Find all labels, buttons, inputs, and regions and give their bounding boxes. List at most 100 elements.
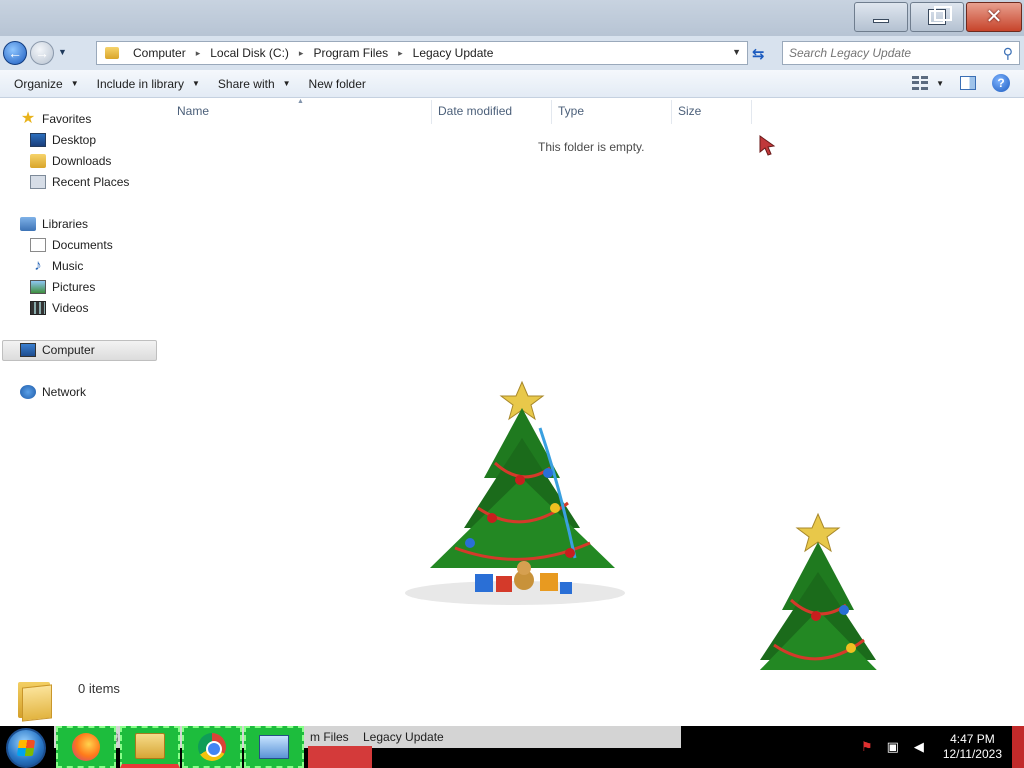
column-divider[interactable] xyxy=(671,100,672,124)
volume-icon[interactable]: ◀ xyxy=(911,739,927,755)
search-input[interactable] xyxy=(789,46,989,60)
chevron-right-icon[interactable]: ▸ xyxy=(398,48,403,59)
nav-libraries[interactable]: Libraries xyxy=(20,214,88,234)
film-strip-icon xyxy=(30,301,46,315)
address-row: ← → ▼ Computer ▸ Local Disk (C:) ▸ Program… xyxy=(0,36,1024,70)
nav-downloads[interactable]: Downloads xyxy=(30,151,111,171)
breadcrumb-label: Computer xyxy=(133,46,186,60)
breadcrumb-legacy-update[interactable]: Legacy Update xyxy=(413,46,494,60)
breadcrumb-label: Program Files xyxy=(313,46,389,60)
help-icon[interactable]: ? xyxy=(992,74,1010,92)
address-history-dropdown[interactable]: ▼ xyxy=(732,47,741,57)
nav-desktop[interactable]: Desktop xyxy=(30,130,96,150)
nav-documents[interactable]: Documents xyxy=(30,235,113,255)
downloads-folder-icon xyxy=(30,154,46,168)
organize-button[interactable]: Organize ▼ xyxy=(8,73,85,95)
search-box[interactable]: ⚲ xyxy=(782,41,1020,65)
recent-pages-dropdown[interactable]: ▼ xyxy=(58,47,67,57)
change-view-icon[interactable] xyxy=(912,76,929,90)
column-header-name[interactable]: Name xyxy=(177,104,209,118)
details-pane: 0 items xyxy=(0,670,1024,726)
back-button[interactable]: ← xyxy=(3,41,27,65)
address-bar[interactable]: Computer ▸ Local Disk (C:) ▸ Program Files… xyxy=(96,41,748,65)
breadcrumb-label: Legacy Update xyxy=(412,46,494,60)
window-controls: ✕ xyxy=(854,2,1022,32)
chrome-icon xyxy=(198,733,226,761)
navigation-pane: ★ Favorites Desktop Downloads Recent Plac… xyxy=(0,98,162,680)
restore-icon xyxy=(928,6,952,25)
show-desktop-button[interactable] xyxy=(1012,726,1024,768)
view-options-dropdown[interactable]: ▼ xyxy=(936,79,944,88)
nav-label: Music xyxy=(52,259,84,273)
include-in-library-button[interactable]: Include in library ▼ xyxy=(91,73,206,95)
chevron-down-icon: ▼ xyxy=(70,79,79,88)
recent-places-icon xyxy=(30,175,46,189)
column-divider[interactable] xyxy=(431,100,432,124)
clock[interactable]: 4:47 PM 12/11/2023 xyxy=(943,732,1002,762)
taskbar-onscreen-keyboard[interactable] xyxy=(244,726,304,768)
start-button[interactable] xyxy=(6,728,46,768)
new-folder-label: New folder xyxy=(308,76,366,91)
chevron-right-icon[interactable]: ▸ xyxy=(299,48,304,59)
minimize-button[interactable] xyxy=(854,2,908,32)
network-status-icon[interactable]: ▣ xyxy=(885,739,901,755)
nav-label: Network xyxy=(42,385,87,399)
windows-explorer-icon xyxy=(135,733,165,759)
breadcrumb-computer[interactable]: Computer ▸ xyxy=(133,46,210,60)
nav-label: Favorites xyxy=(42,112,92,126)
music-note-icon: ♪ xyxy=(34,257,42,274)
chevron-down-icon: ▼ xyxy=(282,79,291,88)
forward-button[interactable]: → xyxy=(30,41,54,65)
restore-button[interactable] xyxy=(910,2,964,32)
breadcrumb-label: Local Disk (C:) xyxy=(210,46,289,60)
nav-label: Videos xyxy=(52,301,89,315)
taskbar-chrome[interactable] xyxy=(182,726,242,768)
column-header-date-modified[interactable]: Date modified xyxy=(438,104,512,118)
nav-label: Libraries xyxy=(42,217,89,231)
share-with-button[interactable]: Share with ▼ xyxy=(212,73,297,95)
minimize-icon xyxy=(873,19,889,23)
sort-caret-icon: ▲ xyxy=(297,98,304,105)
folder-icon xyxy=(105,47,119,59)
action-center-flag-icon[interactable]: ⚑ xyxy=(859,739,875,755)
folder-icon xyxy=(18,676,54,722)
nav-computer[interactable]: Computer xyxy=(20,340,95,360)
chevron-right-icon[interactable]: ▸ xyxy=(196,48,201,59)
title-bar: ✕ xyxy=(0,0,1024,36)
nav-music[interactable]: ♪ Music xyxy=(30,256,83,276)
breadcrumb-program-files[interactable]: Program Files ▸ xyxy=(313,46,412,60)
nav-recent-places[interactable]: Recent Places xyxy=(30,172,129,192)
nav-network[interactable]: Network xyxy=(20,382,86,402)
new-folder-button[interactable]: New folder xyxy=(303,73,372,95)
back-arrow-icon: ← xyxy=(8,45,22,61)
ghost-crumb: Legacy Update xyxy=(363,730,444,744)
taskbar-red-strip xyxy=(308,746,372,768)
nav-label: Documents xyxy=(52,238,113,252)
nav-label: Downloads xyxy=(52,154,112,168)
libraries-icon xyxy=(20,217,36,231)
column-header-size[interactable]: Size xyxy=(678,104,701,118)
taskbar-explorer[interactable] xyxy=(120,726,180,768)
nav-pictures[interactable]: Pictures xyxy=(30,277,95,297)
column-header-type[interactable]: Type xyxy=(558,104,584,118)
item-count: 0 items xyxy=(78,681,120,696)
nav-videos[interactable]: Videos xyxy=(30,298,88,318)
chevron-down-icon: ▼ xyxy=(192,79,200,88)
computer-icon xyxy=(20,343,36,357)
search-icon[interactable]: ⚲ xyxy=(1003,45,1013,62)
nav-label: Desktop xyxy=(52,133,97,147)
ghost-crumb: m Files xyxy=(310,730,349,744)
close-button[interactable]: ✕ xyxy=(966,2,1022,32)
column-divider[interactable] xyxy=(751,100,752,124)
refresh-button[interactable]: ⇆ xyxy=(752,45,765,63)
column-divider[interactable] xyxy=(551,100,552,124)
breadcrumb-local-disk[interactable]: Local Disk (C:) ▸ xyxy=(210,46,313,60)
include-in-library-label: Include in library xyxy=(96,76,184,91)
mouse-cursor-icon xyxy=(759,135,776,156)
pictures-icon xyxy=(30,280,46,294)
nav-label: Computer xyxy=(42,343,95,357)
taskbar: m Files Legacy Update ⚑ ▣ ◀ 4:47 PM 12/1… xyxy=(0,726,1024,768)
taskbar-firefox[interactable] xyxy=(56,726,116,768)
nav-favorites[interactable]: ★ Favorites xyxy=(20,109,92,129)
preview-pane-icon[interactable] xyxy=(960,76,976,90)
